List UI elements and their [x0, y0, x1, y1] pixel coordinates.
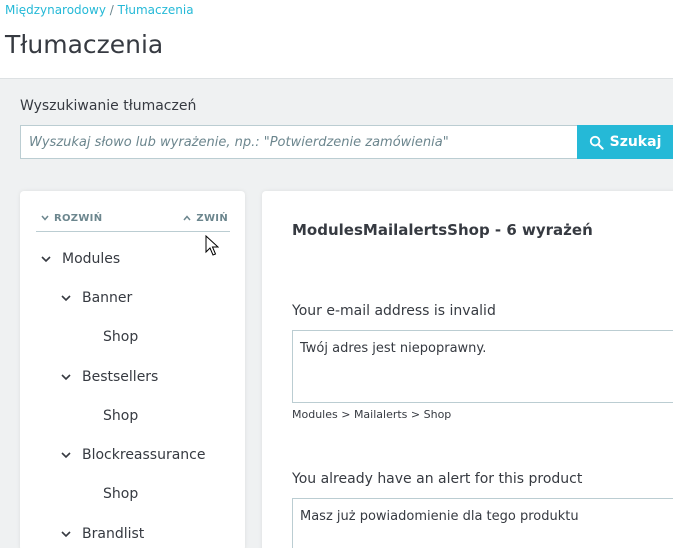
- search-icon: [589, 135, 604, 150]
- breadcrumb-link-translations[interactable]: Tłumaczenia: [118, 3, 194, 17]
- tree-item-label: Shop: [103, 486, 139, 502]
- tree-item-banner-shop[interactable]: Shop: [103, 329, 138, 345]
- chevron-down-icon: [60, 528, 72, 540]
- term-original-text: You already have an alert for this produ…: [292, 471, 583, 487]
- chevron-down-icon: [60, 449, 72, 461]
- term-translation-field[interactable]: Masz już powiadomienie dla tego produktu: [292, 498, 673, 548]
- breadcrumb-separator: /: [109, 3, 114, 17]
- translation-tree-panel: ROZWIŃ ZWIŃ Modules Banner Shop Bestsell…: [20, 191, 245, 548]
- page-title: Tłumaczenia: [5, 30, 164, 59]
- search-label: Wyszukiwanie tłumaczeń: [20, 98, 197, 114]
- tree-item-label: Shop: [103, 329, 139, 345]
- tree-controls: ROZWIŃ ZWIŃ: [36, 211, 230, 232]
- term-domain-path: Modules > Mailalerts > Shop: [292, 408, 452, 421]
- breadcrumb-link-international[interactable]: Międzynarodowy: [5, 3, 106, 17]
- search-button[interactable]: Szukaj: [577, 125, 673, 159]
- tree-item-label: Bestsellers: [82, 369, 159, 385]
- tree-item-bestsellers-shop[interactable]: Shop: [103, 408, 138, 424]
- collapse-all-label: ZWIŃ: [196, 213, 228, 224]
- search-input[interactable]: [20, 125, 577, 159]
- chevron-down-icon: [40, 253, 52, 265]
- tree-item-label: Blockreassurance: [82, 447, 206, 463]
- tree-item-bestsellers[interactable]: Bestsellers: [60, 369, 158, 385]
- tree-item-blockreassurance[interactable]: Blockreassurance: [60, 447, 205, 463]
- search-button-label: Szukaj: [609, 134, 662, 150]
- page-header: Międzynarodowy / Tłumaczenia Tłumaczenia: [0, 0, 673, 79]
- tree-item-label: Shop: [103, 408, 139, 424]
- tree-item-brandlist[interactable]: Brandlist: [60, 526, 144, 542]
- collapse-all-button[interactable]: ZWIŃ: [183, 213, 228, 224]
- chevron-down-icon: [60, 292, 72, 304]
- tree-item-label: Modules: [62, 251, 121, 267]
- tree-item-label: Brandlist: [82, 526, 145, 542]
- chevron-down-icon: [60, 371, 72, 383]
- domain-title: ModulesMailalertsShop - 6 wyrażeń: [292, 221, 593, 239]
- tree-item-banner[interactable]: Banner: [60, 290, 132, 306]
- tree-item-label: Banner: [82, 290, 133, 306]
- term-translation-field[interactable]: Twój adres jest niepoprawny.: [292, 330, 673, 403]
- breadcrumb: Międzynarodowy / Tłumaczenia: [5, 3, 194, 17]
- chevron-down-icon: [41, 213, 49, 224]
- translations-panel: ModulesMailalertsShop - 6 wyrażeń Your e…: [262, 191, 673, 548]
- tree-item-blockreassurance-shop[interactable]: Shop: [103, 486, 138, 502]
- expand-all-label: ROZWIŃ: [54, 213, 103, 224]
- chevron-up-icon: [183, 213, 191, 224]
- term-original-text: Your e-mail address is invalid: [292, 303, 496, 319]
- expand-all-button[interactable]: ROZWIŃ: [41, 213, 102, 224]
- tree-item-modules[interactable]: Modules: [40, 251, 120, 267]
